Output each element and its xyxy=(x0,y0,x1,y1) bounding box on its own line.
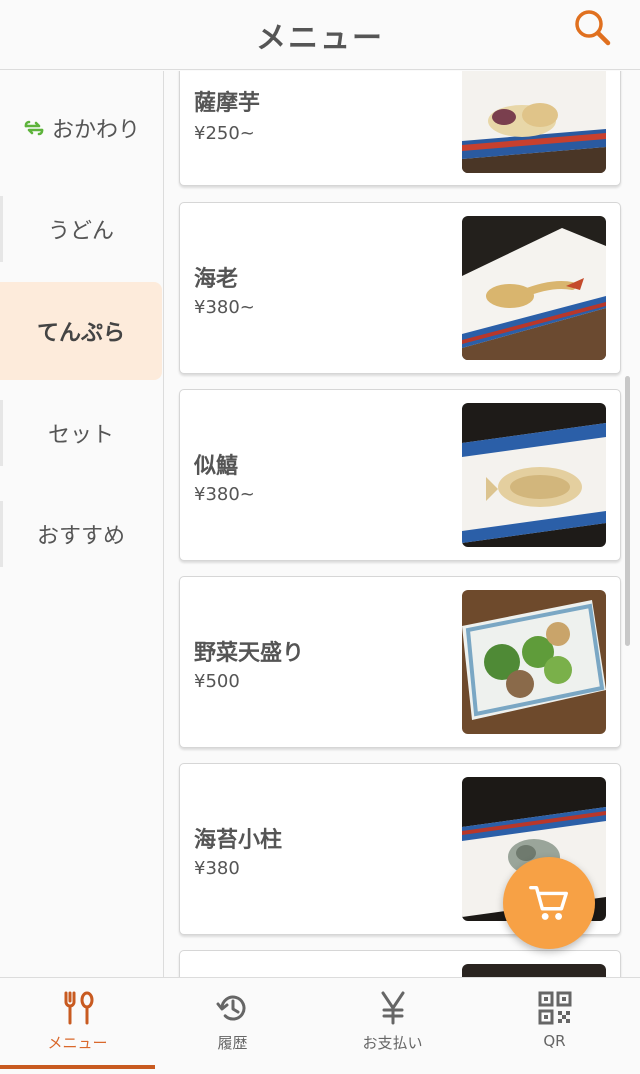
sidebar-item-udon[interactable]: うどん xyxy=(0,180,162,278)
bottom-navigation: メニュー 履歴 お支払い QR xyxy=(0,977,640,1074)
active-tab-indicator xyxy=(0,1065,155,1069)
menu-item-name: 薩摩芋 xyxy=(194,91,261,116)
sidebar-item-label: おすすめ xyxy=(36,524,125,549)
sidebar-item-tempura[interactable]: てんぷら xyxy=(0,282,162,380)
menu-item-photo xyxy=(462,403,606,547)
menu-item-name: 海老 xyxy=(194,267,239,292)
menu-item-price: ¥500 xyxy=(194,671,240,692)
category-edge xyxy=(0,400,3,466)
menu-item-price: ¥380~ xyxy=(194,484,255,505)
menu-item-card[interactable]: 海老 ¥380~ xyxy=(179,202,621,374)
sidebar-item-okawari[interactable]: おかわり xyxy=(0,79,162,177)
sidebar-item-label: おかわり xyxy=(51,118,140,143)
cart-icon xyxy=(529,885,568,920)
search-button[interactable] xyxy=(572,5,616,49)
page-title: メニュー xyxy=(256,20,384,56)
menu-item-card[interactable]: 薩摩芋 ¥250~ xyxy=(179,71,621,186)
list-scrollbar[interactable] xyxy=(625,376,630,646)
refresh-icon xyxy=(24,120,44,136)
sidebar-item-osusume[interactable]: おすすめ xyxy=(0,485,162,583)
menu-item-name: 野菜天盛り xyxy=(194,641,305,666)
category-edge xyxy=(0,501,3,567)
tab-label: 履歴 xyxy=(217,1034,248,1052)
tab-menu[interactable]: メニュー xyxy=(0,978,155,1074)
menu-item-card[interactable]: 似鱚 ¥380~ xyxy=(179,389,621,561)
tab-history[interactable]: 履歴 xyxy=(155,978,310,1074)
menu-item-photo xyxy=(462,71,606,173)
menu-item-card[interactable] xyxy=(179,950,621,977)
sidebar-item-label: セット xyxy=(47,423,114,448)
history-icon xyxy=(216,995,245,1021)
qr-code-icon xyxy=(538,991,571,1025)
tab-payment[interactable]: お支払い xyxy=(315,978,470,1074)
tab-label: お支払い xyxy=(362,1034,423,1052)
app-header: メニュー xyxy=(0,0,640,70)
search-icon xyxy=(575,10,611,46)
tab-label: QR xyxy=(543,1032,566,1050)
menu-list[interactable]: 薩摩芋 ¥250~ 海老 ¥380~ 似鱚 ¥380~ 野菜天盛り ¥500 海… xyxy=(165,71,640,977)
menu-item-name: 似鱚 xyxy=(194,454,239,479)
cart-button[interactable] xyxy=(503,857,595,949)
menu-item-price: ¥380~ xyxy=(194,297,255,318)
menu-item-price: ¥380 xyxy=(194,858,240,879)
menu-item-photo xyxy=(462,216,606,360)
sidebar-item-set[interactable]: セット xyxy=(0,384,162,482)
menu-item-photo xyxy=(462,590,606,734)
menu-item-photo xyxy=(462,964,606,977)
sidebar-item-label: うどん xyxy=(47,219,114,244)
menu-app: メニュー おかわり うどん てんぷら セット おすすめ 薩摩芋 ¥250~ 海老… xyxy=(0,0,640,1074)
sidebar-item-label: てんぷら xyxy=(36,321,125,346)
category-edge xyxy=(0,196,3,262)
menu-item-name: 海苔小柱 xyxy=(194,828,283,853)
yen-icon xyxy=(381,991,404,1025)
fork-knife-icon xyxy=(64,991,93,1025)
tab-qr[interactable]: QR xyxy=(477,978,632,1074)
menu-item-card[interactable]: 野菜天盛り ¥500 xyxy=(179,576,621,748)
menu-item-price: ¥250~ xyxy=(194,123,255,144)
tab-label: メニュー xyxy=(47,1034,108,1052)
category-sidebar: おかわり うどん てんぷら セット おすすめ xyxy=(0,71,164,977)
